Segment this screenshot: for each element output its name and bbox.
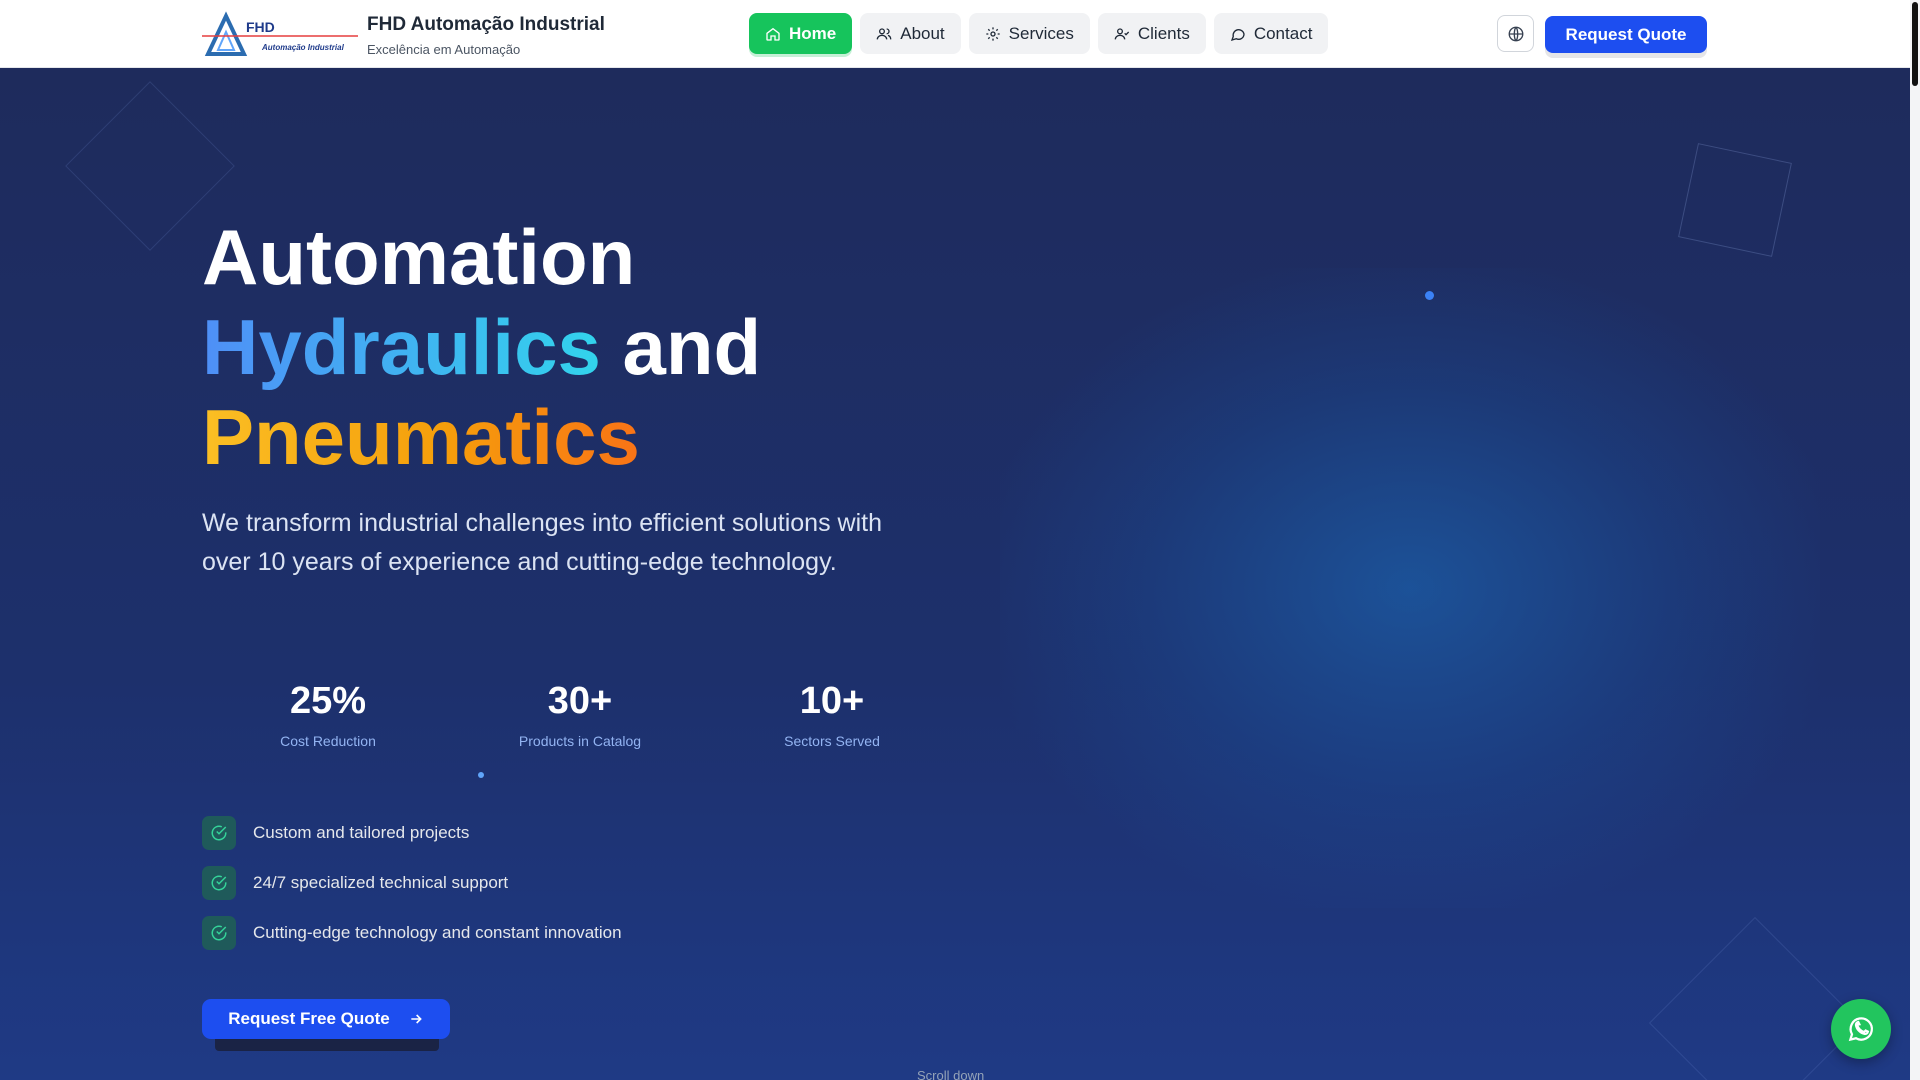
check-circle-icon [202, 816, 236, 850]
stat-label: Products in Catalog [518, 733, 642, 749]
language-button[interactable] [1497, 15, 1534, 52]
stat-value: 25% [289, 680, 367, 722]
nav-contact-label: Contact [1253, 23, 1313, 43]
nav-home[interactable]: Home [749, 13, 853, 54]
hero-title-hydraulics: Hydraulics [202, 303, 601, 391]
stat-label: Cost Reduction [280, 733, 376, 749]
brand-title: FHD Automação Industrial [367, 14, 605, 35]
stat-value: 30+ [547, 680, 613, 722]
nav-clients[interactable]: Clients [1097, 13, 1206, 54]
brand-block: FHD Automação Industrial Excelência em A… [367, 14, 605, 57]
site-header: FHD Automação Industrial FHD Automação I… [0, 0, 1910, 68]
decor-square [1678, 143, 1792, 257]
hero-title-line-1: Automation [202, 213, 636, 301]
globe-icon [1508, 26, 1523, 41]
decor-dot-small [478, 772, 484, 778]
feature-item: Cutting-edge technology and constant inn… [202, 916, 622, 950]
nav-home-label: Home [789, 23, 837, 43]
request-quote-button[interactable]: Request Quote [1545, 16, 1707, 53]
feature-text: 24/7 specialized technical support [253, 873, 509, 892]
cta-label: Request Free Quote [228, 1009, 390, 1028]
brand-subtitle: Excelência em Automação [367, 42, 521, 57]
hero-stats: 25% Cost Reduction 30+ Products in Catal… [202, 680, 958, 749]
feature-text: Custom and tailored projects [253, 823, 470, 842]
hero-title-line-2: Hydraulics and [202, 302, 761, 392]
users-icon [876, 27, 892, 39]
logo[interactable]: FHD Automação Industrial [202, 10, 358, 58]
request-free-quote-button[interactable]: Request Free Quote [202, 999, 450, 1039]
home-icon [766, 27, 780, 41]
stat-value: 10+ [799, 680, 865, 722]
hero-section: Automation Hydraulics and Pneumatics We … [0, 68, 1910, 1080]
scroll-down-hint[interactable]: Scroll down [917, 1068, 984, 1080]
decor-diamond-bottom-right [1648, 916, 1862, 1080]
hero-title-line-3: Pneumatics [202, 392, 640, 482]
user-check-icon [1114, 27, 1129, 39]
logo-subtext: Automação Industrial [261, 43, 345, 52]
feature-item: 24/7 specialized technical support [202, 866, 622, 900]
feature-text: Cutting-edge technology and constant inn… [253, 923, 622, 942]
hero-title-pneumatics: Pneumatics [202, 393, 640, 481]
main-nav: Home About Services Clients Contact [749, 13, 1329, 54]
logo-text: FHD [246, 19, 275, 35]
arrow-right-icon [411, 1014, 422, 1024]
hero-glow [1000, 268, 1820, 908]
nav-services-label: Services [1008, 23, 1074, 43]
stat-item: 10+ Sectors Served [706, 680, 958, 749]
chat-icon [1230, 28, 1245, 41]
page-scrollbar[interactable] [1910, 0, 1920, 1080]
hero-title-and: and [622, 303, 762, 391]
hero-lead: We transform industrial challenges into … [202, 509, 882, 576]
feature-item: Custom and tailored projects [202, 816, 622, 850]
nav-services[interactable]: Services [968, 13, 1090, 54]
gear-icon [986, 26, 1000, 41]
nav-clients-label: Clients [1137, 23, 1190, 43]
stat-label: Sectors Served [784, 733, 880, 749]
whatsapp-button[interactable] [1831, 999, 1891, 1059]
decor-dot [1425, 291, 1434, 300]
check-circle-icon [202, 866, 236, 900]
nav-about[interactable]: About [860, 13, 961, 54]
stat-item: 25% Cost Reduction [202, 680, 454, 749]
check-circle-icon [202, 916, 236, 950]
whatsapp-icon [1848, 1017, 1873, 1042]
stat-item: 30+ Products in Catalog [454, 680, 706, 749]
scrollbar-thumb[interactable] [1912, 2, 1918, 86]
nav-contact[interactable]: Contact [1213, 13, 1329, 54]
feature-list: Custom and tailored projects 24/7 specia… [202, 816, 622, 966]
nav-about-label: About [900, 23, 945, 43]
